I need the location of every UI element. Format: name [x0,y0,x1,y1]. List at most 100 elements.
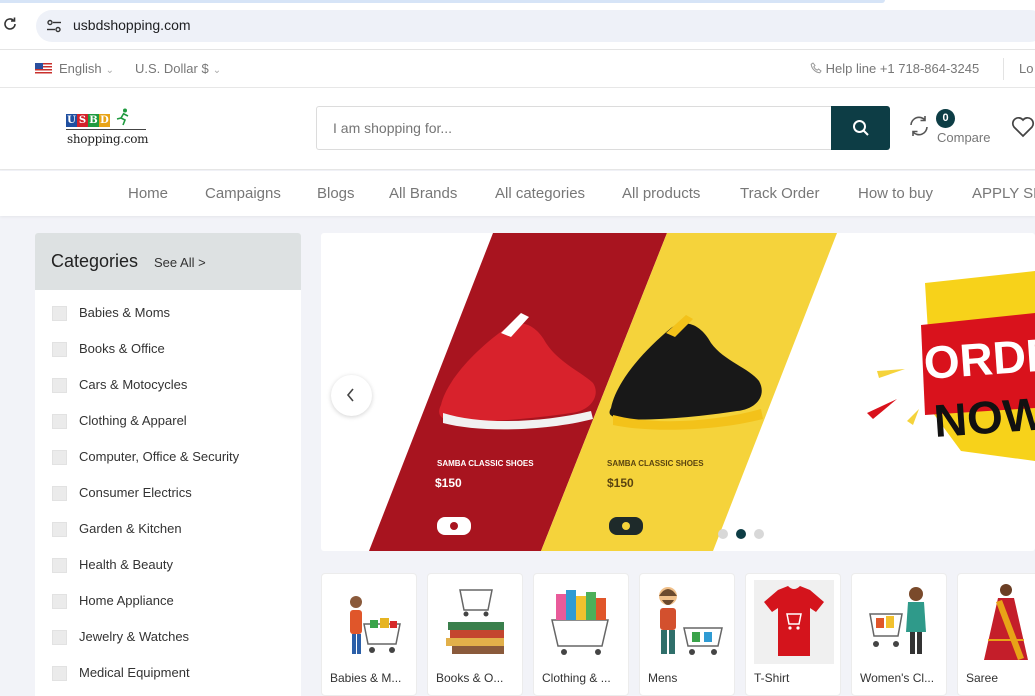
category-item[interactable]: Computer, Office & Security [35,441,301,477]
featured-category-card[interactable]: Clothing & ... [533,573,629,696]
category-label: Jewelry & Watches [79,629,190,644]
search-button[interactable] [831,106,890,150]
featured-category-label: T-Shirt [754,671,790,685]
category-label: Home Appliance [79,593,174,608]
featured-category-card[interactable]: Babies & M... [321,573,417,696]
woman-cart-image [869,587,926,654]
category-label: Consumer Electrics [79,485,192,500]
category-label: Cars & Motocycles [79,377,188,392]
logo-letter: D [99,114,110,127]
category-item[interactable]: Clothing & Apparel [35,405,301,441]
category-label: Computer, Office & Security [79,449,240,464]
nav-item-campaigns[interactable]: Campaigns [205,185,281,202]
category-thumbnail [52,558,67,573]
category-label: Medical Equipment [79,665,190,680]
category-item[interactable]: Consumer Electrics [35,477,301,513]
slider-dot[interactable] [754,529,764,539]
tab-strip [0,0,885,3]
category-item[interactable]: Books & Office [35,333,301,369]
login-link[interactable]: Lo [1019,61,1033,76]
search-input[interactable] [316,106,832,150]
nav-item-blogs[interactable]: Blogs [317,185,355,202]
featured-category-card[interactable]: Books & O... [427,573,523,696]
category-thumbnail [52,450,67,465]
heart-icon[interactable] [1011,116,1035,138]
address-bar[interactable]: usbdshopping.com [36,10,1035,42]
promo-bottom-text: NOW [932,387,1035,447]
banner-image: SAMBA CLASSIC SHOES $150 SAMBA CLASSIC S… [369,233,1035,551]
shoe-price-left: $150 [435,476,462,490]
logo-letter: B [88,114,99,127]
category-item[interactable]: Cars & Motocycles [35,369,301,405]
order-now-promo: ORDE NOW [867,271,1035,461]
categories-panel: Categories See All > Babies & Moms Books… [35,233,301,696]
divider [1003,58,1004,80]
featured-category-label: Saree [966,671,999,685]
category-item[interactable]: Babies & Moms [35,297,301,333]
helpline: Help line +1 718-864-3245 [810,61,979,76]
nav-item-all-products[interactable]: All products [622,185,700,202]
category-thumbnail [52,522,67,537]
compare-label[interactable]: Compare [937,130,990,145]
category-thumbnail [52,486,67,501]
language-selector[interactable]: English ⌄ [59,61,114,76]
search-icon [853,120,869,136]
category-item[interactable]: Garden & Kitchen [35,513,301,549]
category-item[interactable]: Jewelry & Watches [35,621,301,657]
hero-slider[interactable]: SAMBA CLASSIC SHOES $150 SAMBA CLASSIC S… [321,233,1035,551]
category-label: Books & Office [79,341,165,356]
books-cart-image [446,589,504,654]
shoe-caption-left: SAMBA CLASSIC SHOES [437,459,534,468]
category-item[interactable]: Home Appliance [35,585,301,621]
slider-dot-active[interactable] [736,529,746,539]
nav-item-all-brands[interactable]: All Brands [389,185,457,202]
main-nav: Home Campaigns Blogs All Brands All cate… [0,171,1035,216]
url-text[interactable]: usbdshopping.com [73,17,191,33]
logo-letters: U S B D [66,114,110,127]
clothing-cart-image [551,590,609,655]
chevron-down-icon: ⌄ [105,65,115,76]
promo-top-text: ORDE [922,328,1035,389]
category-label: Health & Beauty [79,557,173,572]
site-settings-icon[interactable] [46,18,62,34]
featured-category-card[interactable]: T-Shirt [745,573,841,696]
chevron-down-icon: ⌄ [212,65,222,76]
us-flag-icon [35,63,52,74]
slider-dot[interactable] [718,529,728,539]
nav-item-apply-seller[interactable]: APPLY SE [972,185,1035,202]
nav-item-how-to-buy[interactable]: How to buy [858,185,933,202]
saree-image [984,584,1028,660]
nav-item-track-order[interactable]: Track Order [740,185,819,202]
featured-category-card[interactable]: Women's Cl... [851,573,947,696]
category-label: Garden & Kitchen [79,521,182,536]
nav-item-home[interactable]: Home [128,185,168,202]
category-item[interactable]: Medical Equipment [35,657,301,693]
tshirt-image [754,580,834,664]
phone-icon [810,62,822,74]
shoe-caption-right: SAMBA CLASSIC SHOES [607,459,704,468]
browser-toolbar: usbdshopping.com [0,0,1035,50]
featured-category-label: Mens [648,671,678,685]
see-all-link[interactable]: See All > [154,255,206,270]
runner-icon [116,108,129,126]
logo-subtitle: shopping.com [67,132,149,146]
category-thumbnail [52,666,67,681]
category-label: Clothing & Apparel [79,413,187,428]
compare-icon[interactable] [908,115,930,137]
category-item[interactable]: Health & Beauty [35,549,301,585]
helpline-text: Help line +1 718-864-3245 [825,61,980,76]
language-label: English [59,61,102,76]
category-thumbnail [52,306,67,321]
nav-item-all-categories[interactable]: All categories [495,185,585,202]
featured-category-card[interactable]: Mens [639,573,735,696]
currency-selector[interactable]: U.S. Dollar $ ⌄ [135,61,221,76]
featured-category-card[interactable]: Saree [957,573,1035,696]
category-thumbnail [52,342,67,357]
category-thumbnail [52,414,67,429]
site-logo[interactable]: U S B D shopping.com [66,108,150,150]
currency-label: U.S. Dollar $ [135,61,209,76]
compare-count-badge: 0 [936,109,955,128]
slider-prev-button[interactable] [331,375,372,416]
reload-icon[interactable] [2,16,18,32]
chevron-left-icon [346,388,354,402]
